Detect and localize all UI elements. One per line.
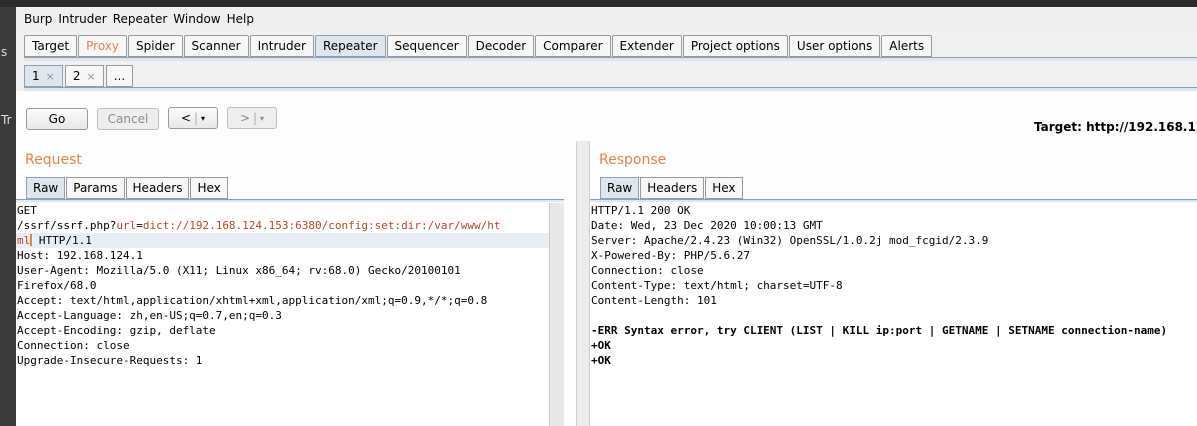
gutter-text-bottom: Tr <box>1 113 12 127</box>
response-header-line: Server: Apache/2.4.23 (Win32) OpenSSL/1.… <box>591 234 989 247</box>
split-pane-divider[interactable] <box>576 141 590 426</box>
response-title: Response <box>599 152 667 168</box>
response-tab-headers[interactable]: Headers <box>640 177 705 199</box>
url-path: /ssrf/ssrf.php? <box>17 219 117 232</box>
chevron-left-icon: < <box>180 111 191 125</box>
response-tab-raw[interactable]: Raw <box>600 177 640 199</box>
request-editor[interactable]: GET /ssrf/ssrf.php?url=dict://192.168.12… <box>16 203 549 426</box>
response-body-line: +OK <box>591 339 611 352</box>
request-tab-bar: Raw Params Headers Hex <box>26 177 229 199</box>
burp-window: Burp Intruder Repeater Window Help Targe… <box>16 7 1197 426</box>
request-tab-underline <box>16 199 564 202</box>
gutter-text-top: s <box>1 45 8 59</box>
response-tab-hex[interactable]: Hex <box>705 177 743 199</box>
request-tab-raw[interactable]: Raw <box>26 177 66 199</box>
tab-proxy[interactable]: Proxy <box>78 35 127 57</box>
tab-sequencer[interactable]: Sequencer <box>386 35 467 57</box>
response-tab-bar: Raw Headers Hex <box>600 177 744 199</box>
main-tab-underline <box>24 57 1197 61</box>
tab-spider[interactable]: Spider <box>128 35 183 57</box>
menu-intruder[interactable]: Intruder <box>58 12 106 26</box>
response-header-line: HTTP/1.1 200 OK <box>591 204 691 217</box>
url-equals: = <box>136 219 143 232</box>
tab-comparer[interactable]: Comparer <box>535 35 611 57</box>
response-header-line: Date: Wed, 23 Dec 2020 10:00:13 GMT <box>591 219 823 232</box>
back-button[interactable]: < | ▾ <box>168 107 218 129</box>
go-button[interactable]: Go <box>26 108 88 130</box>
response-tab-underline <box>590 199 1197 202</box>
tab-target[interactable]: Target <box>24 35 78 57</box>
url-param-value-cont: ml <box>17 234 31 247</box>
cancel-button[interactable]: Cancel <box>97 108 159 130</box>
request-tab-params[interactable]: Params <box>66 177 125 199</box>
tab-intruder[interactable]: Intruder <box>249 35 314 57</box>
tab-repeater[interactable]: Repeater <box>314 35 386 57</box>
close-icon[interactable]: × <box>46 70 55 83</box>
dropdown-arrow-icon: ▾ <box>260 113 265 123</box>
request-header-line: Host: 192.168.124.1 <box>17 249 143 262</box>
request-header-line: Accept-Language: zh,en-US;q=0.7,en;q=0.3 <box>17 309 282 322</box>
request-header-line: Connection: close <box>17 339 130 352</box>
tab-extender[interactable]: Extender <box>611 35 682 57</box>
repeater-tab-2-label: 2 <box>72 69 81 83</box>
response-header-line: X-Powered-By: PHP/5.6.27 <box>591 249 750 262</box>
request-line-url: /ssrf/ssrf.php?url=dict://192.168.124.15… <box>16 218 549 233</box>
request-scrollbar[interactable] <box>549 203 564 426</box>
response-header-line: Content-Length: 101 <box>591 294 717 307</box>
repeater-subtab-bar: 1 × 2 × ... <box>24 65 135 87</box>
repeater-content: Go Cancel < | ▾ > | ▾ Target: http://192… <box>16 91 1197 426</box>
main-tab-bar: Target Proxy Spider Scanner Intruder Rep… <box>24 35 933 57</box>
url-param-name: url <box>116 219 137 232</box>
request-header-line: Accept-Encoding: gzip, deflate <box>17 324 216 337</box>
request-header-line: Accept: text/html,application/xhtml+xml,… <box>17 294 488 307</box>
url-param-value: dict://192.168.124.153:6380/config:set:d… <box>142 219 501 232</box>
request-line-method: GET <box>17 204 37 217</box>
new-tab-button[interactable]: ... <box>105 65 134 87</box>
request-header-line: Firefox/68.0 <box>17 279 97 292</box>
menu-window[interactable]: Window <box>173 12 220 26</box>
repeater-tab-2[interactable]: 2 × <box>64 65 104 87</box>
target-label[interactable]: Target: http://192.168.12 <box>1034 120 1197 134</box>
http-version: HTTP/1.1 <box>32 234 92 247</box>
tab-project-options[interactable]: Project options <box>682 35 788 57</box>
request-header-line: User-Agent: Mozilla/5.0 (X11; Linux x86_… <box>17 264 461 277</box>
dropdown-arrow-icon: ▾ <box>201 113 206 123</box>
menu-burp[interactable]: Burp <box>24 12 52 26</box>
response-blank-line <box>590 308 1197 323</box>
left-background-window: s Tr <box>0 7 16 426</box>
request-tab-headers[interactable]: Headers <box>125 177 190 199</box>
menu-help[interactable]: Help <box>227 12 254 26</box>
chevron-right-icon: > <box>239 111 250 125</box>
repeater-tab-1[interactable]: 1 × <box>24 65 63 87</box>
response-header-line: Connection: close <box>591 264 704 277</box>
tab-alerts[interactable]: Alerts <box>881 35 933 57</box>
request-header-line: Upgrade-Insecure-Requests: 1 <box>17 354 203 367</box>
menu-bar: Burp Intruder Repeater Window Help <box>16 7 1197 30</box>
tab-user-options[interactable]: User options <box>788 35 881 57</box>
menu-repeater[interactable]: Repeater <box>113 12 168 26</box>
response-body-line: -ERR Syntax error, try CLIENT (LIST | KI… <box>591 324 1168 337</box>
request-tab-hex[interactable]: Hex <box>190 177 228 199</box>
request-line-version: ml HTTP/1.1 <box>16 233 549 248</box>
close-icon[interactable]: × <box>87 70 96 83</box>
request-title: Request <box>25 152 82 168</box>
response-viewer[interactable]: HTTP/1.1 200 OK Date: Wed, 23 Dec 2020 1… <box>590 203 1197 426</box>
forward-button[interactable]: > | ▾ <box>227 107 277 129</box>
repeater-tab-1-label: 1 <box>32 69 40 83</box>
response-body-line: +OK <box>591 354 611 367</box>
tab-scanner[interactable]: Scanner <box>183 35 249 57</box>
response-header-line: Content-Type: text/html; charset=UTF-8 <box>591 279 843 292</box>
top-title-strip <box>0 0 1197 7</box>
tab-decoder[interactable]: Decoder <box>467 35 535 57</box>
